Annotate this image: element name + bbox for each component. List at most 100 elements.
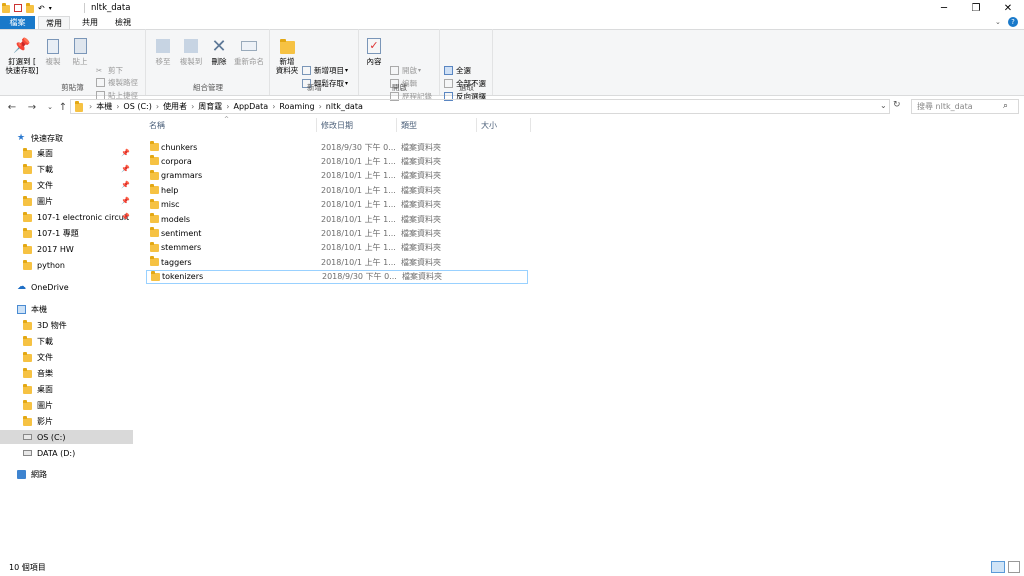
details-view-button[interactable] [991, 561, 1005, 573]
folder-icon [23, 336, 32, 346]
properties-button[interactable]: ✓ 內容 [363, 37, 385, 66]
maximize-button[interactable]: ❐ [960, 0, 992, 16]
nav-quick-item[interactable]: 桌面 📌 [0, 146, 133, 160]
nav-quick-access[interactable]: ★ 快速存取 [0, 131, 133, 145]
move-to-button[interactable]: 移至 [151, 37, 175, 66]
back-button[interactable]: ← [6, 101, 18, 113]
file-row[interactable]: chunkers 2018/9/30 下午 0... 檔案資料夾 [146, 140, 528, 154]
tab-home[interactable]: 常用 [38, 16, 70, 29]
tab-view[interactable]: 檢視 [108, 16, 138, 29]
select-all-button[interactable]: 全選 [444, 65, 471, 76]
nav-this-pc[interactable]: 本機 [0, 302, 133, 316]
tab-share[interactable]: 共用 [75, 16, 105, 29]
file-row[interactable]: taggers 2018/10/1 上午 1... 檔案資料夾 [146, 255, 528, 269]
pin-icon[interactable]: 📌 [121, 181, 130, 189]
close-button[interactable]: ✕ [992, 0, 1024, 16]
file-name: misc [161, 200, 180, 210]
breadcrumb-nltk-data[interactable]: nltk_data [326, 102, 363, 111]
minimize-button[interactable]: ─ [928, 0, 960, 16]
file-row[interactable]: misc 2018/10/1 上午 1... 檔案資料夾 [146, 198, 528, 212]
column-divider[interactable] [476, 118, 477, 132]
nav-pc-item[interactable]: OS (C:) [0, 430, 133, 444]
collapse-ribbon-icon[interactable]: ⌄ [995, 18, 1001, 26]
nav-quick-item[interactable]: 107-1 electronic circuit 📌 [0, 210, 133, 224]
nav-pc-item[interactable]: DATA (D:) [0, 446, 133, 460]
column-header-date[interactable]: 修改日期 [321, 118, 353, 132]
nav-quick-item[interactable]: 2017 HW [0, 242, 133, 256]
help-icon[interactable]: ? [1008, 17, 1018, 27]
copy-to-button[interactable]: 複製到 [177, 37, 205, 66]
file-row[interactable]: tokenizers 2018/9/30 下午 0... 檔案資料夾 [146, 269, 528, 284]
breadcrumb-appdata[interactable]: AppData [233, 102, 268, 111]
nav-network[interactable]: 網路 [0, 467, 133, 481]
file-row[interactable]: stemmers 2018/10/1 上午 1... 檔案資料夾 [146, 241, 528, 255]
undo-icon[interactable]: ↶ [38, 4, 45, 13]
refresh-icon[interactable]: ↻ [893, 100, 901, 110]
file-row[interactable]: corpora 2018/10/1 上午 1... 檔案資料夾 [146, 154, 528, 168]
open-button[interactable]: 開啟 ▾ [390, 65, 421, 76]
column-header-name[interactable]: 名稱 [149, 118, 165, 132]
delete-button[interactable]: ✕ 刪除 [208, 37, 230, 66]
nav-pc-item[interactable]: 3D 物件 [0, 318, 133, 332]
new-folder-button[interactable]: 新增 資料夾 [274, 37, 300, 75]
folder-icon [150, 227, 159, 238]
nav-quick-item[interactable]: 107-1 專題 [0, 226, 133, 240]
column-header-type[interactable]: 類型 [401, 118, 417, 132]
nav-pc-item[interactable]: 圖片 [0, 398, 133, 412]
breadcrumb-roaming[interactable]: Roaming [279, 102, 314, 111]
nav-quick-item[interactable]: 下載 📌 [0, 162, 133, 176]
file-row[interactable]: models 2018/10/1 上午 1... 檔案資料夾 [146, 212, 528, 226]
nav-pc-item[interactable]: 音樂 [0, 366, 133, 380]
nav-quick-item-label: 文件 [37, 180, 53, 190]
folder-icon [23, 196, 32, 206]
breadcrumb-this-pc[interactable]: 本機 [96, 101, 112, 112]
column-header-size[interactable]: 大小 [481, 118, 497, 132]
nav-onedrive[interactable]: ☁ OneDrive [0, 280, 133, 294]
new-folder-quick-icon[interactable] [26, 3, 34, 13]
up-button[interactable]: ↑ [57, 101, 69, 113]
breadcrumb-os-c[interactable]: OS (C:) [123, 102, 151, 111]
copy-to-label: 複製到 [179, 57, 203, 66]
forward-button[interactable]: → [26, 101, 38, 113]
file-row[interactable]: help 2018/10/1 上午 1... 檔案資料夾 [146, 183, 528, 197]
large-icons-view-button[interactable] [1008, 561, 1020, 573]
copy-button[interactable]: 複製 [42, 37, 64, 66]
column-divider[interactable] [316, 118, 317, 132]
pin-icon[interactable]: 📌 [121, 149, 130, 157]
nav-pc-item[interactable]: 文件 [0, 350, 133, 364]
new-item-button[interactable]: 新增項目 ▾ [302, 65, 348, 76]
nav-quick-item[interactable]: python [0, 258, 133, 272]
pin-icon[interactable]: 📌 [121, 165, 130, 173]
file-row[interactable]: sentiment 2018/10/1 上午 1... 檔案資料夾 [146, 226, 528, 240]
file-row[interactable]: grammars 2018/10/1 上午 1... 檔案資料夾 [146, 169, 528, 183]
column-divider[interactable] [396, 118, 397, 132]
nav-pc-item[interactable]: 下載 [0, 334, 133, 348]
address-bar[interactable]: › 本機 › OS (C:) › 使用者 › 周育霆 › AppData › Roamin… [70, 99, 890, 114]
open-dropdown-icon: ▾ [418, 67, 422, 74]
address-dropdown-icon[interactable]: ⌄ [880, 101, 887, 110]
nav-pc-item[interactable]: 影片 [0, 414, 133, 428]
rename-button[interactable]: 重新命名 [232, 37, 266, 66]
breadcrumb-separator: › [155, 102, 160, 111]
properties-quick-icon[interactable] [14, 4, 22, 12]
tab-file[interactable]: 檔案 [0, 16, 35, 29]
nav-this-pc-label: 本機 [31, 304, 47, 314]
search-icon[interactable]: ⌕ [1003, 101, 1008, 111]
column-divider[interactable] [530, 118, 531, 132]
select-all-icon [444, 66, 453, 75]
new-item-dropdown-icon: ▾ [345, 67, 349, 74]
paste-button[interactable]: 貼上 [68, 37, 92, 66]
nav-quick-item[interactable]: 文件 📌 [0, 178, 133, 192]
customize-quick-access-icon[interactable]: ▾ [49, 4, 52, 13]
breadcrumb-user[interactable]: 周育霆 [198, 101, 222, 112]
breadcrumb-users[interactable]: 使用者 [163, 101, 187, 112]
cut-button[interactable]: ✂ 剪下 [96, 65, 123, 76]
pin-icon[interactable]: 📌 [121, 197, 130, 205]
paste-icon [71, 37, 89, 55]
nav-quick-item[interactable]: 圖片 📌 [0, 194, 133, 208]
file-name: help [161, 185, 179, 195]
pin-icon[interactable]: 📌 [121, 213, 130, 221]
recent-locations-icon[interactable]: ⌄ [44, 101, 56, 113]
pin-quick-access-button[interactable]: 📌 釘選到 [ 快速存取] [4, 37, 40, 76]
nav-pc-item[interactable]: 桌面 [0, 382, 133, 396]
